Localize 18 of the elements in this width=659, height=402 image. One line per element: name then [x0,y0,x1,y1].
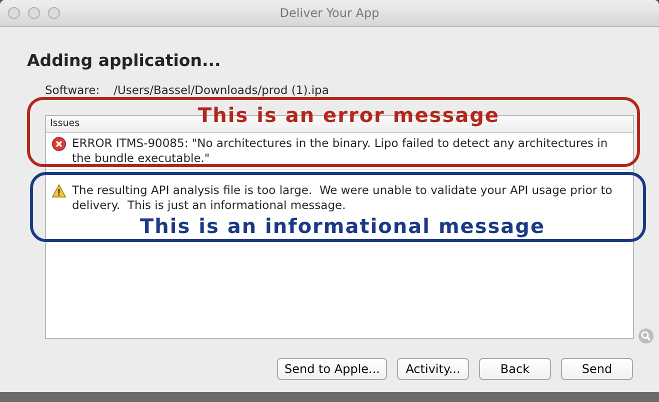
software-label: Software: [45,82,100,97]
annotation-label: This is an informational message [140,213,546,240]
heading: Adding application... [27,50,221,72]
warning-icon [52,184,66,198]
dialog-button[interactable]: Back [479,358,551,380]
error-icon [52,137,66,152]
search-icon[interactable] [638,328,654,344]
minimize-button[interactable] [28,7,40,19]
software-path: /Users/Bassel/Downloads/prod (1).ipa [114,82,329,97]
error-message: ERROR ITMS-90085: "No architectures in the binary. Lipo failed to detect any architectures in the bundle executable." [72,136,609,166]
dialog-button[interactable]: Send to Apple... [277,358,387,380]
zoom-button[interactable] [48,7,60,19]
annotation-label: This is an error message [198,102,500,129]
warning-message: The resulting API analysis file is too large. We were unable to validate your API usage prior to delivery. This is just an informational message. [72,183,614,214]
dialog-button[interactable]: Activity... [397,358,469,380]
dialog-button[interactable]: Send [561,358,633,380]
window-title: Deliver Your App [280,6,380,20]
close-button[interactable] [8,7,20,19]
